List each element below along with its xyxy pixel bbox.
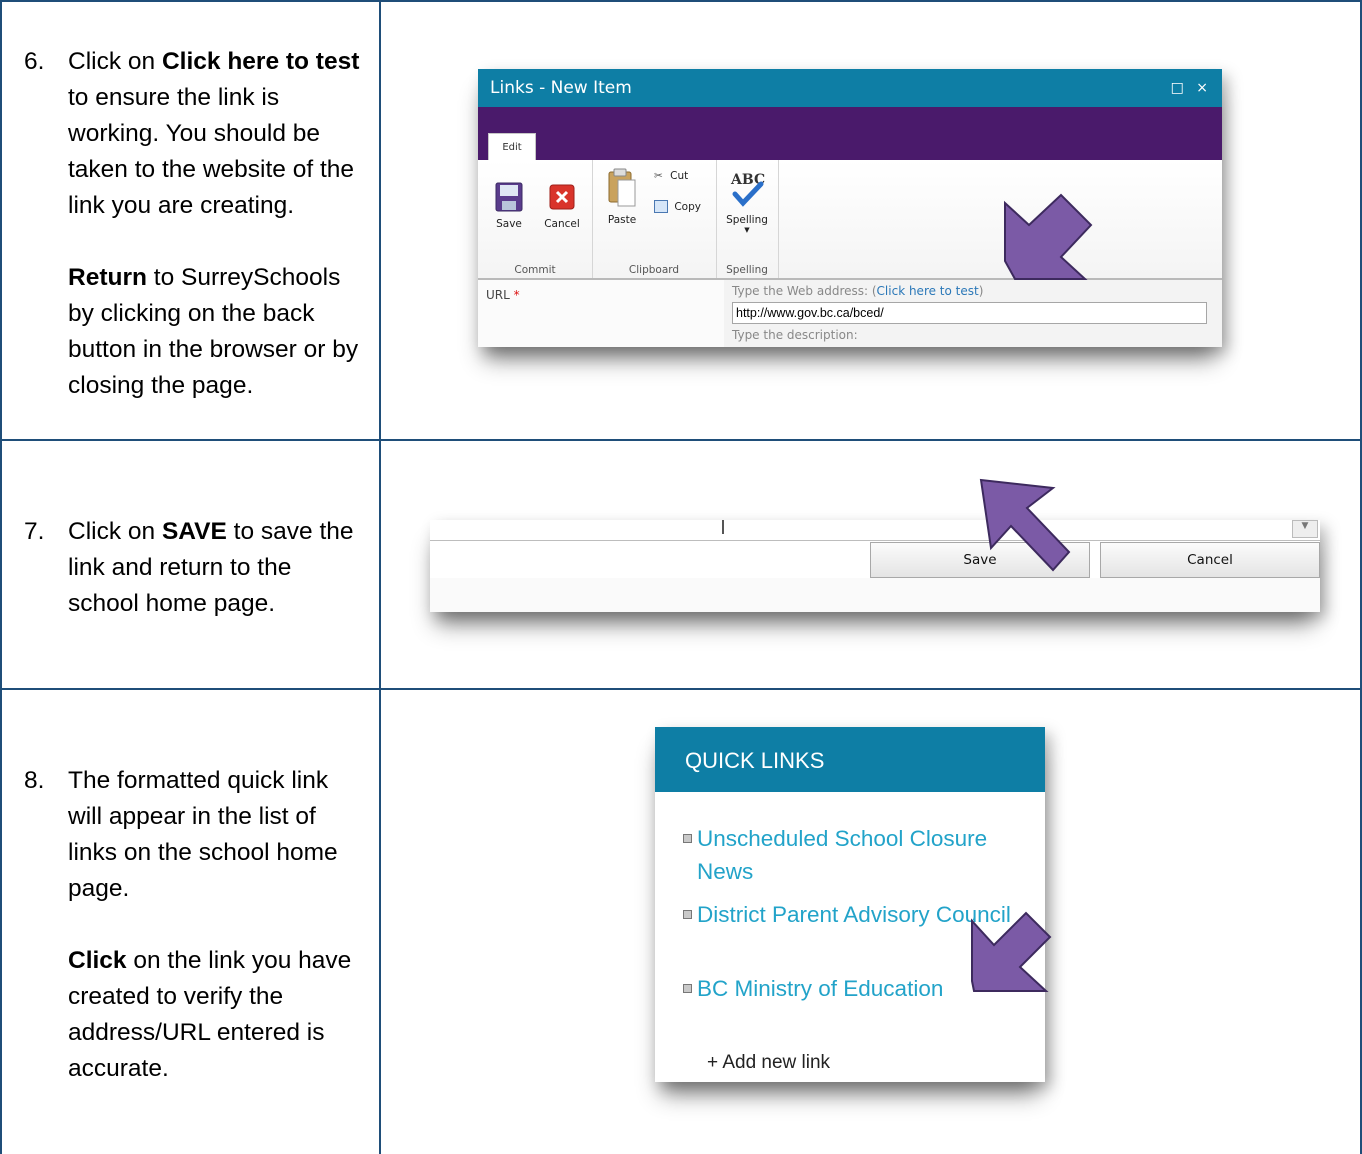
url-hint-text: ) [978,284,984,298]
table-border-left [0,0,2,1154]
step-text-part: Click on [68,48,162,75]
table-border-top [0,0,1362,2]
bullet-icon [683,984,692,993]
spelling-button[interactable]: ABC Spelling ▼ [722,170,772,234]
step-text: Click on Click here to test to ensure th… [68,44,368,404]
step-bold-text: Click [68,947,127,974]
required-marker: * [509,288,520,302]
paste-label: Paste [607,214,637,226]
group-label-commit: Commit [514,264,556,276]
new-item-dialog-screenshot: Links - New Item □ × Edit Save Cancel Co… [478,69,1222,347]
bullet-icon [683,910,692,919]
cut-label: Cut [670,170,689,182]
table-column-divider [379,0,381,1154]
cut-button[interactable]: ✂ Cut [654,170,704,182]
step-text: Click on SAVE to save the link and retur… [68,514,368,622]
step-text-part: to ensure the link is working. You shoul… [68,84,355,219]
dropdown-arrow-icon: ▼ [744,226,750,234]
paste-icon [608,168,636,207]
ribbon-group-clipboard: Paste ✂ Cut Copy Clipboard [592,160,717,278]
pointer-arrow [1004,193,1093,280]
step-bold-text: Click here to test [161,48,360,75]
copy-label: Copy [674,200,701,213]
pointer-arrow [979,478,1071,572]
form-field-edge: ▼ [430,520,1320,541]
cut-icon: ✂ [654,170,663,182]
test-link[interactable]: Click here to test [877,284,979,298]
cancel-icon [549,184,575,210]
quick-links-header: QUICK LINKS [655,727,1045,792]
step-bold-text: Return [68,264,147,291]
cancel-button[interactable]: Cancel [1100,542,1320,578]
step-bold-text: SAVE [161,518,227,545]
group-label-spelling: Spelling [726,264,768,276]
url-input[interactable]: http://www.gov.bc.ca/bced/ [732,302,1207,324]
step-number: 7. [24,518,45,545]
url-label-text: URL [486,288,510,302]
form-footer [430,578,1320,612]
spelling-label: Spelling [726,214,768,226]
copy-icon [654,200,668,213]
table-row-divider [0,688,1362,690]
step-text-part: Click on [68,518,162,545]
step-text: The formatted quick link will appear in … [68,763,368,1087]
add-new-link[interactable]: + Add new link [707,1052,830,1074]
table-row-divider [0,439,1362,441]
cancel-label: Cancel [544,218,580,230]
step-number: 6. [24,48,45,75]
quick-link-label: BC Ministry of Education [697,976,944,1001]
save-bar-screenshot: ▼ Save Cancel [430,520,1320,612]
quick-link-item[interactable]: Unscheduled School Closure News [683,822,1027,888]
step-number: 8. [24,767,45,794]
quick-link-label: Unscheduled School Closure News [697,826,988,884]
ribbon: Save Cancel Commit Paste ✂ Cut Copy Clip… [478,160,1222,280]
quick-links-title: QUICK LINKS [685,748,825,773]
copy-button[interactable]: Copy [654,200,710,213]
url-field-area: Type the Web address: (Click here to tes… [724,280,1222,347]
save-icon [495,182,523,212]
url-hint: Type the Web address: (Click here to tes… [732,284,983,298]
save-label: Save [496,218,522,230]
step-text-part: The formatted quick link will appear in … [68,767,338,902]
ribbon-header [478,107,1222,160]
ribbon-group-spelling: ABC Spelling ▼ Spelling [716,160,779,278]
description-hint: Type the description: [732,328,858,342]
url-form: URL * Type the Web address: (Click here … [478,280,1222,347]
group-label-clipboard: Clipboard [628,264,680,276]
url-label: URL * [486,288,520,302]
scrollbar[interactable]: ▼ [1292,520,1318,538]
save-button[interactable]: Save [486,182,532,230]
tab-edit[interactable]: Edit [488,133,536,161]
dialog-title-bar: Links - New Item □ × [478,69,1222,107]
window-buttons[interactable]: □ × [1171,69,1212,107]
ribbon-group-commit: Save Cancel Commit [478,160,593,278]
url-hint-text: Type the Web address: ( [732,284,877,298]
paste-button[interactable]: Paste [600,168,644,226]
spelling-icon: ABC [730,172,765,207]
dialog-title: Links - New Item [490,78,632,98]
pointer-arrow [971,911,1052,992]
cancel-button[interactable]: Cancel [538,182,586,230]
bullet-icon [683,834,692,843]
